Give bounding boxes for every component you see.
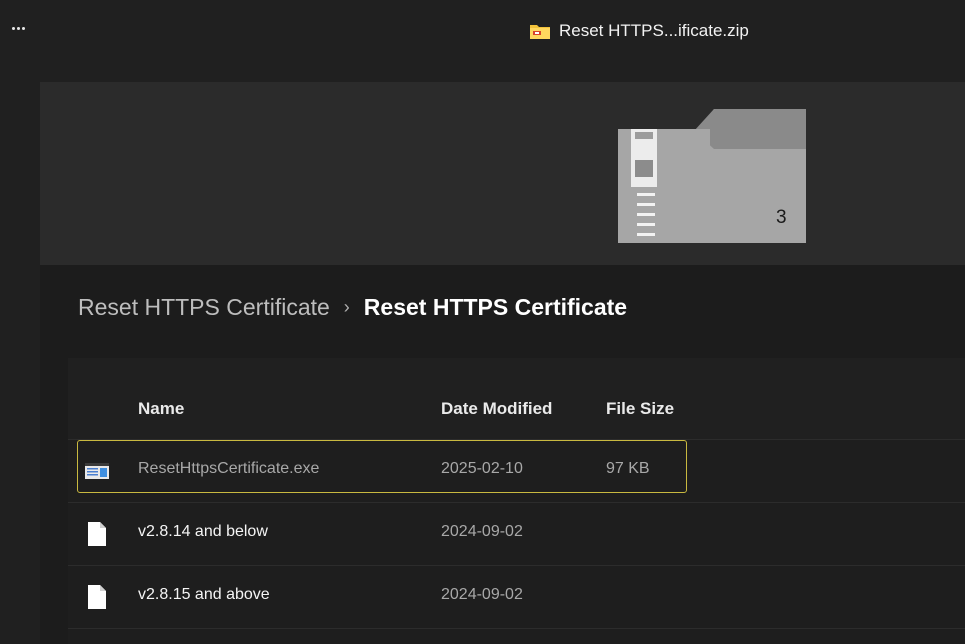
zip-folder-icon [530,25,550,39]
main-content: Reset HTTPS Certificate › Reset HTTPS Ce… [40,265,965,644]
table-row[interactable]: v2.8.15 and above 2024-09-02 [68,566,965,629]
archive-preview-header: 3 [40,82,965,265]
file-date-modified: 2025-02-10 [441,460,523,477]
executable-icon [85,463,109,479]
table-row[interactable]: v2.8.14 and below 2024-09-02 [68,503,965,566]
dot-icon [21,26,25,30]
column-header-name[interactable]: Name [138,399,184,419]
breadcrumb: Reset HTTPS Certificate › Reset HTTPS Ce… [78,292,627,322]
archive-item-count: 3 [776,207,787,228]
document-icon [88,585,106,609]
file-date-modified: 2024-09-02 [441,523,523,540]
breadcrumb-parent[interactable]: Reset HTTPS Certificate [78,294,330,321]
column-header-date-modified[interactable]: Date Modified [441,399,552,419]
left-rail [0,80,40,644]
file-name: v2.8.14 and below [138,523,268,540]
file-date-modified: 2024-09-02 [441,586,523,603]
column-header-file-size[interactable]: File Size [606,399,674,419]
breadcrumb-current: Reset HTTPS Certificate [363,293,628,320]
file-name: v2.8.15 and above [138,586,270,603]
table-row[interactable]: ResetHttpsCertificate.exe 2025-02-10 97 … [68,440,965,503]
more-options-button[interactable] [6,18,30,38]
dot-icon [11,26,15,30]
file-list: Name Date Modified File Size ResetHttpsC… [68,358,965,644]
document-icon [88,522,106,546]
list-header: Name Date Modified File Size [68,358,965,440]
window-title: Reset HTTPS...ificate.zip [529,20,749,42]
file-name: ResetHttpsCertificate.exe [138,460,320,477]
dot-icon [16,26,20,30]
title-bar: Reset HTTPS...ificate.zip [0,0,965,80]
chevron-right-icon: › [343,296,350,317]
window-title-text: Reset HTTPS...ificate.zip [559,21,749,40]
file-size: 97 KB [606,460,650,477]
